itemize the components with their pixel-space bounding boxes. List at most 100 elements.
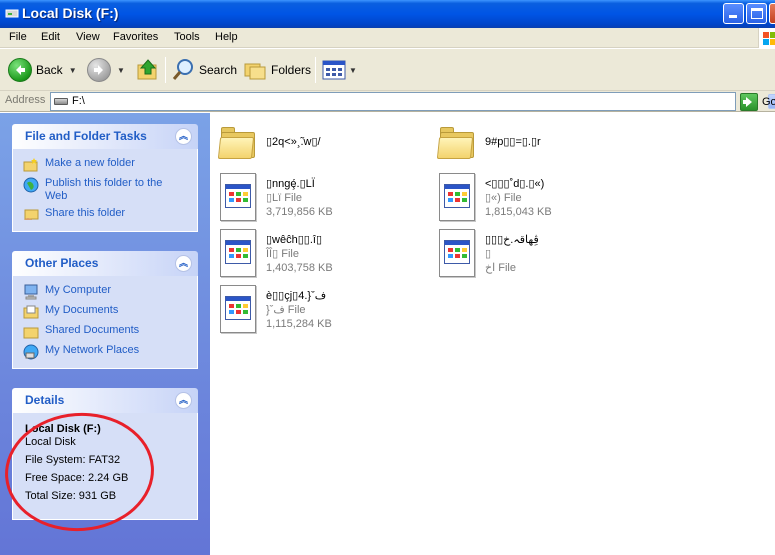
folders-icon <box>244 63 266 80</box>
file-item[interactable]: ▯wêĉh▯▯.î▯ ÎÎ▯ File 1,403,758 KB <box>218 229 333 277</box>
folder-item[interactable]: 9#p▯▯=▯.▯r <box>436 123 541 161</box>
link-label: My Documents <box>45 304 119 316</box>
go-arrow-icon <box>740 92 758 111</box>
address-input[interactable]: F:\ ▼ <box>50 92 775 111</box>
folder-icon <box>436 123 475 161</box>
file-type: ÎÎ▯ File <box>266 248 299 260</box>
address-value: F:\ <box>72 95 85 107</box>
up-folder-icon <box>137 59 157 80</box>
system-file-icon <box>218 229 256 277</box>
file-size: اخ File <box>485 262 516 274</box>
file-size: 3,719,856 KB <box>266 206 333 218</box>
new-folder-icon <box>23 158 38 172</box>
go-label: Go <box>762 95 775 108</box>
views-button[interactable]: ▼ <box>322 55 357 85</box>
forward-arrow-icon <box>87 58 111 82</box>
folders-button[interactable]: Folders <box>243 55 311 85</box>
share-folder-link[interactable]: Share this folder <box>23 207 187 223</box>
close-button[interactable] <box>769 3 775 24</box>
file-item[interactable]: <▯▯▯˚d▯.▯«) ▯«) File 1,815,043 KB <box>437 173 552 221</box>
file-name: ▯wêĉh▯▯.î▯ <box>266 234 323 246</box>
toolbar-separator <box>165 57 166 83</box>
file-name: 9#p▯▯=▯.▯r <box>485 136 541 148</box>
link-label: Share this folder <box>45 207 126 219</box>
collapse-chevron-icon[interactable]: ︽ <box>175 255 192 272</box>
maximize-icon <box>751 8 763 19</box>
address-label: Address <box>5 94 46 106</box>
panel-header[interactable]: Details ︽ <box>12 388 198 413</box>
share-folder-icon <box>24 209 39 220</box>
file-item[interactable]: è▯▯çj▯4.}ˇف }ˇف File 1,115,284 KB <box>218 285 332 333</box>
panel-body: Make a new folder Publish this folder to… <box>12 149 198 232</box>
search-button[interactable]: Search <box>171 55 237 85</box>
search-label: Search <box>199 63 238 77</box>
forward-button[interactable]: ▼ <box>87 55 125 85</box>
panel-title: Other Places <box>25 256 99 270</box>
file-name: è▯▯çj▯4.}ˇف <box>266 290 327 302</box>
system-file-icon <box>218 285 256 333</box>
menu-help[interactable]: Help <box>215 31 238 43</box>
minimize-button[interactable] <box>723 3 744 24</box>
file-type: ▯«) File <box>485 192 522 204</box>
my-computer-link[interactable]: My Computer <box>23 284 187 300</box>
file-type: ▯Lï File <box>266 192 303 204</box>
link-label: Shared Documents <box>45 324 140 336</box>
file-name: <▯▯▯˚d▯.▯«) <box>485 178 545 190</box>
drive-icon <box>54 98 68 105</box>
back-button[interactable]: Back ▼ <box>8 55 77 85</box>
panel-body: My Computer My Documents Shared Document… <box>12 276 198 369</box>
go-button[interactable]: Go <box>740 92 775 111</box>
menu-view[interactable]: View <box>76 31 100 43</box>
file-folder-tasks-panel: File and Folder Tasks ︽ Make a new folde… <box>12 124 198 232</box>
link-label: My Network Places <box>45 344 140 356</box>
panel-title: File and Folder Tasks <box>25 129 147 143</box>
file-name: ▯▯▯ڨِهاقہ.خ <box>485 234 539 246</box>
menu-bar: File Edit View Favorites Tools Help <box>0 28 775 48</box>
views-dropdown-icon[interactable]: ▼ <box>349 66 357 75</box>
windows-logo-icon <box>758 28 775 48</box>
menu-tools[interactable]: Tools <box>174 31 200 43</box>
shared-documents-icon <box>23 327 39 339</box>
forward-dropdown-icon[interactable]: ▼ <box>117 66 125 75</box>
menu-edit[interactable]: Edit <box>41 31 60 43</box>
network-places-link[interactable]: My Network Places <box>23 344 187 360</box>
menu-favorites[interactable]: Favorites <box>113 31 158 43</box>
folders-label: Folders <box>271 63 312 77</box>
file-size: 1,115,284 KB <box>266 318 332 330</box>
collapse-chevron-icon[interactable]: ︽ <box>175 392 192 409</box>
minimize-icon <box>729 15 737 18</box>
file-item[interactable]: ▯▯▯ڨِهاقہ.خ ▯ اخ File <box>437 229 539 277</box>
back-dropdown-icon[interactable]: ▼ <box>69 66 77 75</box>
maximize-button[interactable] <box>746 3 767 24</box>
toolbar: Back ▼ ▼ Search Folders ▼ <box>0 49 775 91</box>
back-label: Back <box>36 63 63 77</box>
publish-web-link[interactable]: Publish this folder to the Web <box>23 177 187 203</box>
title-bar[interactable]: Local Disk (F:) <box>0 0 775 28</box>
publish-web-icon <box>23 177 39 193</box>
drive-icon <box>5 9 19 18</box>
file-size: 1,815,043 KB <box>485 206 552 218</box>
panel-header[interactable]: File and Folder Tasks ︽ <box>12 124 198 149</box>
collapse-chevron-icon[interactable]: ︽ <box>175 128 192 145</box>
link-label: Make a new folder <box>45 157 135 169</box>
shared-documents-link[interactable]: Shared Documents <box>23 324 187 340</box>
folder-item[interactable]: ▯2q<»¸̃.w▯/ <box>217 123 321 161</box>
system-file-icon <box>437 173 475 221</box>
folder-icon <box>217 123 256 161</box>
my-computer-icon <box>24 284 38 300</box>
up-folder-button[interactable] <box>135 55 161 85</box>
my-documents-link[interactable]: My Documents <box>23 304 187 320</box>
file-name: ▯2q<»¸̃.w▯/ <box>266 136 321 148</box>
address-bar: Address F:\ ▼ Go <box>0 91 775 112</box>
file-type: ▯ <box>485 248 492 260</box>
back-arrow-icon <box>8 58 32 82</box>
link-label: Publish this folder to the Web <box>45 177 163 202</box>
file-size: 1,403,758 KB <box>266 262 333 274</box>
file-item[interactable]: ▯nngȩ́.▯LÏ ▯Lï File 3,719,856 KB <box>218 173 333 221</box>
panel-header[interactable]: Other Places ︽ <box>12 251 198 276</box>
make-new-folder-link[interactable]: Make a new folder <box>23 157 187 173</box>
my-documents-icon <box>23 305 39 319</box>
network-places-icon <box>23 344 39 360</box>
menu-file[interactable]: File <box>9 31 27 43</box>
file-list-view: ▯2q<»¸̃.w▯/ 9#p▯▯=▯.▯r ▯nngȩ́.▯LÏ ▯Lï Fi… <box>210 113 775 555</box>
